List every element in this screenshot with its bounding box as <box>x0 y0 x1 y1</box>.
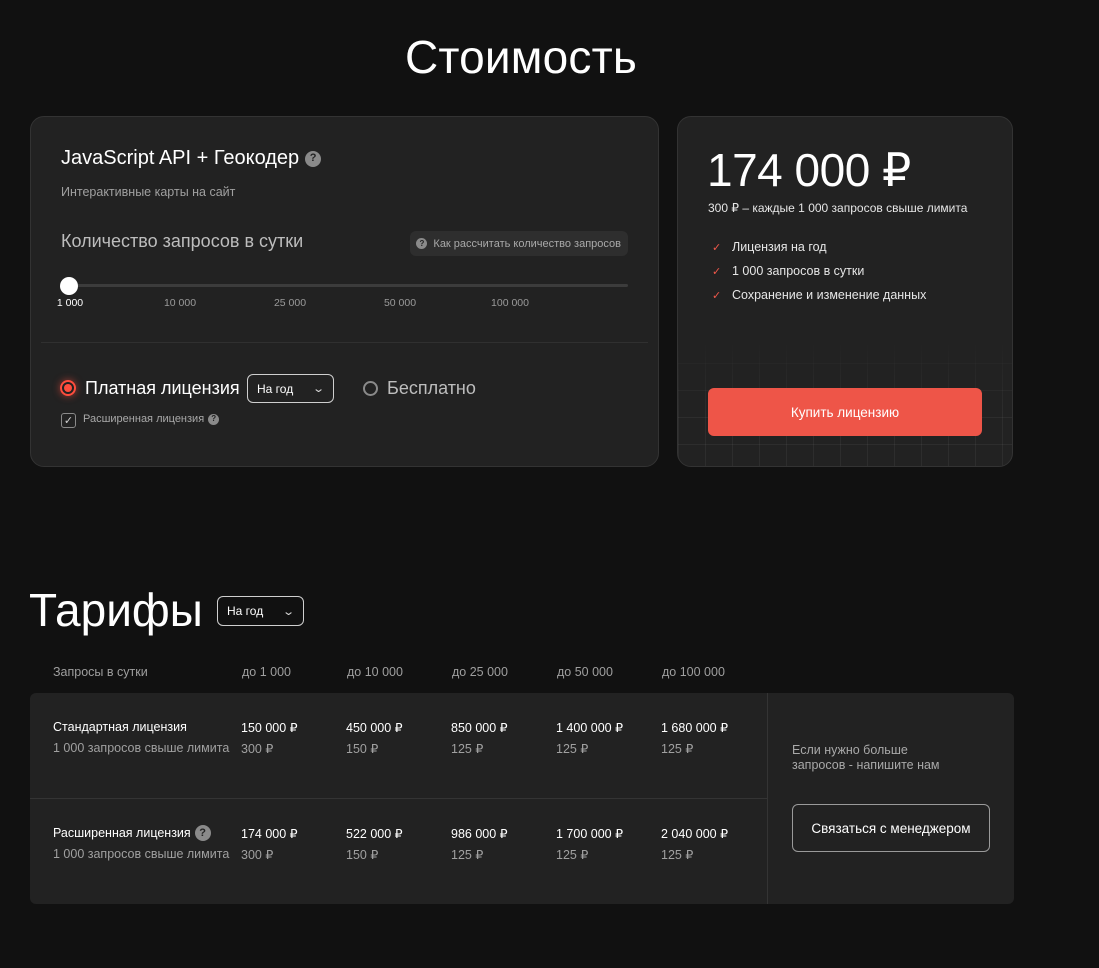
column-divider <box>767 693 768 904</box>
feature-list: ✓ Лицензия на год ✓ 1 000 запросов в сутки… <box>712 235 926 307</box>
check-icon: ✓ <box>63 415 74 427</box>
table-cell-extra: 125 ₽ <box>556 848 589 862</box>
page-title: Стоимость <box>404 31 638 83</box>
calculator-card: JavaScript API + Геокодер ? Интерактивны… <box>30 116 659 467</box>
tariffs-period-value: На год <box>227 604 264 618</box>
extended-license-label[interactable]: Расширенная лицензия ? <box>83 413 220 425</box>
product-title: JavaScript API + Геокодер ? <box>61 147 322 170</box>
feature-item: ✓ Лицензия на год <box>712 235 926 259</box>
how-to-calc-link[interactable]: ? Как рассчитать количество запросов <box>410 231 628 256</box>
free-label[interactable]: Бесплатно <box>387 378 476 399</box>
feature-item: ✓ Сохранение и изменение данных <box>712 283 926 307</box>
chevron-down-icon: ⌄ <box>281 605 295 618</box>
check-icon: ✓ <box>712 241 722 254</box>
table-header: до 100 000 <box>662 665 725 679</box>
table-cell-price: 1 400 000 ₽ <box>556 721 624 735</box>
extended-license-text: Расширенная лицензия <box>83 413 205 425</box>
slider-tick[interactable]: 25 000 <box>274 297 306 309</box>
requests-slider-thumb[interactable] <box>60 277 78 295</box>
table-header: до 10 000 <box>347 665 403 679</box>
table-cell-extra: 125 ₽ <box>661 848 694 862</box>
price-note: 300 ₽ – каждые 1 000 запросов свыше лими… <box>708 201 968 215</box>
contact-note: Если нужно больше запросов - напишите на… <box>792 743 940 772</box>
table-cell-extra: 150 ₽ <box>346 742 379 756</box>
table-cell-extra: 300 ₽ <box>241 848 274 862</box>
product-title-text: JavaScript API + Геокодер <box>61 147 300 169</box>
row-divider <box>30 798 767 799</box>
tariffs-title: Тарифы <box>29 584 203 636</box>
table-cell-price: 450 000 ₽ <box>346 721 403 735</box>
period-select[interactable]: На год ⌄ <box>247 374 334 403</box>
chevron-down-icon: ⌄ <box>311 383 325 395</box>
tariff-table: Стандартная лицензия 1 000 запросов свыш… <box>30 693 1014 904</box>
how-to-calc-label: Как рассчитать количество запросов <box>433 237 621 250</box>
feature-label: Сохранение и изменение данных <box>732 288 927 302</box>
table-cell-extra: 125 ₽ <box>556 742 589 756</box>
check-icon: ✓ <box>712 265 722 278</box>
table-header: Запросы в сутки <box>53 665 148 679</box>
table-header: до 25 000 <box>452 665 508 679</box>
requests-label: Количество запросов в сутки <box>61 231 304 251</box>
feature-label: 1 000 запросов в сутки <box>732 264 865 278</box>
table-cell-extra: 125 ₽ <box>661 742 694 756</box>
product-subtitle: Интерактивные карты на сайт <box>61 185 236 199</box>
paid-license-label[interactable]: Платная лицензия <box>85 378 240 399</box>
slider-tick[interactable]: 1 000 <box>57 297 83 309</box>
table-cell-extra: 125 ₽ <box>451 742 484 756</box>
question-circle-icon: ? <box>416 238 428 249</box>
table-row-name: Стандартная лицензия <box>53 720 187 734</box>
table-cell-price: 1 700 000 ₽ <box>556 827 624 841</box>
free-radio[interactable] <box>363 381 378 396</box>
slider-tick[interactable]: 50 000 <box>384 297 416 309</box>
table-header: до 1 000 <box>242 665 291 679</box>
table-row-sub: 1 000 запросов свыше лимита <box>53 847 230 861</box>
table-cell-price: 1 680 000 ₽ <box>661 721 729 735</box>
table-cell-extra: 300 ₽ <box>241 742 274 756</box>
requests-slider-track[interactable] <box>69 284 628 287</box>
divider <box>41 342 648 343</box>
question-circle-icon[interactable]: ? <box>208 413 220 425</box>
table-cell-extra: 150 ₽ <box>346 848 379 862</box>
question-circle-icon[interactable]: ? <box>305 150 322 167</box>
paid-license-radio[interactable] <box>60 380 76 396</box>
table-header: до 50 000 <box>557 665 613 679</box>
check-icon: ✓ <box>712 289 722 302</box>
contact-manager-button[interactable]: Связаться с менеджером <box>792 804 990 852</box>
license-name: Стандартная лицензия <box>53 720 187 734</box>
table-row-name: Расширенная лицензия ? <box>53 825 211 841</box>
table-cell-price: 986 000 ₽ <box>451 827 508 841</box>
table-cell-price: 174 000 ₽ <box>241 827 298 841</box>
table-cell-extra: 125 ₽ <box>451 848 484 862</box>
table-cell-price: 522 000 ₽ <box>346 827 403 841</box>
slider-tick[interactable]: 100 000 <box>491 297 529 309</box>
license-name: Расширенная лицензия <box>53 826 191 840</box>
tariffs-period-select[interactable]: На год ⌄ <box>217 596 304 626</box>
buy-license-button[interactable]: Купить лицензию <box>708 388 982 436</box>
feature-item: ✓ 1 000 запросов в сутки <box>712 259 926 283</box>
feature-label: Лицензия на год <box>732 240 827 254</box>
price-card: 174 000 ₽ 300 ₽ – каждые 1 000 запросов … <box>677 116 1013 467</box>
price-total: 174 000 ₽ <box>707 144 911 196</box>
question-circle-icon[interactable]: ? <box>194 825 211 841</box>
table-row-sub: 1 000 запросов свыше лимита <box>53 741 230 755</box>
table-cell-price: 850 000 ₽ <box>451 721 508 735</box>
table-cell-price: 2 040 000 ₽ <box>661 827 729 841</box>
period-select-value: На год <box>257 381 294 396</box>
table-cell-price: 150 000 ₽ <box>241 721 298 735</box>
extended-license-checkbox[interactable]: ✓ <box>61 413 76 428</box>
slider-tick[interactable]: 10 000 <box>164 297 196 309</box>
